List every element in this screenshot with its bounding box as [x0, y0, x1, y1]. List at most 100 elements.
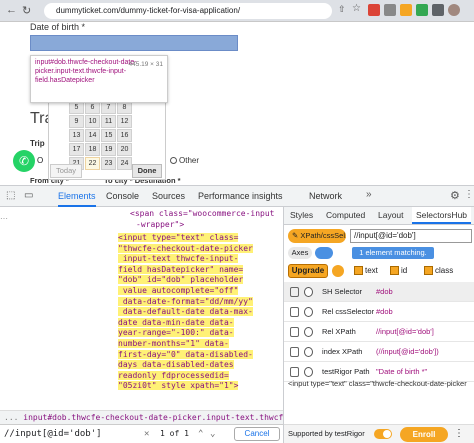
selector-row[interactable]: index XPath (//input[@id='dob'])	[284, 342, 474, 362]
dob-input-highlighted[interactable]	[30, 35, 238, 51]
code-line[interactable]: days data-disabled-dates	[118, 360, 234, 371]
calendar-day[interactable]: 10	[85, 115, 100, 128]
reload-icon[interactable]: ↻	[22, 4, 31, 17]
code-line[interactable]: value autocomplete="off"	[118, 286, 239, 297]
calendar-day[interactable]: 9	[69, 115, 84, 128]
datepicker-today-button[interactable]: Today	[50, 164, 82, 178]
breadcrumb-bar[interactable]: ... input#dob.thwcfe-checkout-date-picke…	[0, 410, 283, 424]
edit-icon[interactable]	[290, 307, 299, 317]
calendar-day[interactable]: 22	[85, 157, 100, 170]
breadcrumb[interactable]: input#dob.thwcfe-checkout-date-picker.in…	[23, 413, 283, 422]
calendar-day[interactable]: 24	[117, 157, 132, 170]
bookmark-star-icon[interactable]: ☆	[352, 3, 361, 14]
selector-row[interactable]: Rel XPath //input[@id='dob']	[284, 322, 474, 342]
calendar-day[interactable]: 14	[85, 129, 100, 142]
edit-icon[interactable]	[290, 287, 299, 297]
code-line[interactable]: readonly fdprocessedid=	[118, 370, 229, 382]
device-toolbar-icon[interactable]: ▭	[24, 190, 33, 201]
copy-icon[interactable]	[304, 287, 313, 297]
extension-gray-icon[interactable]	[384, 4, 396, 16]
code-line[interactable]: input-text thwcfe-input-	[118, 254, 239, 265]
search-prev-icon[interactable]: ⌃	[198, 425, 203, 443]
search-cancel-button[interactable]: Cancel	[234, 427, 280, 441]
code-line[interactable]: <span class="woocommerce-input	[130, 209, 275, 220]
code-line[interactable]: date data-min-date data-	[118, 317, 234, 329]
selector-type-dropdown[interactable]: ✎ XPath/cssSel..	[288, 229, 346, 243]
calendar-day[interactable]: 16	[117, 129, 132, 142]
edit-icon[interactable]	[290, 327, 299, 337]
share-icon[interactable]: ⇧	[338, 4, 346, 15]
code-line[interactable]: "thwcfe-checkout-date-picker	[118, 243, 253, 255]
settings-gear-icon[interactable]: ⚙	[450, 189, 460, 202]
axes-toggle[interactable]	[315, 247, 333, 259]
devtools-tab-performance-insights[interactable]: Performance insights	[198, 186, 283, 207]
radio-other[interactable]: Other	[170, 156, 199, 165]
copy-icon[interactable]	[304, 327, 313, 337]
radio-option-label[interactable]: O	[37, 156, 43, 165]
selector-row[interactable]: Rel cssSelector #dob	[284, 302, 474, 322]
edit-icon[interactable]	[290, 367, 299, 377]
code-line[interactable]: data-date-format="dd/mm/yy"	[118, 296, 253, 308]
options-icon[interactable]	[332, 265, 344, 277]
calendar-day[interactable]: 20	[117, 143, 132, 156]
devtools-tab-elements[interactable]: Elements	[58, 186, 96, 207]
inspect-element-icon[interactable]: ⬚	[6, 190, 15, 201]
code-line[interactable]: -wrapper">	[136, 220, 184, 231]
code-line[interactable]: first-day="0" data-disabled-	[118, 349, 253, 361]
code-line[interactable]: <input type="text" class=	[118, 233, 239, 244]
more-tabs-icon[interactable]: »	[366, 189, 372, 200]
selectorshub-extension-icon[interactable]	[400, 4, 412, 16]
calendar-day[interactable]: 17	[69, 143, 84, 156]
code-line[interactable]: number-months="1" data-	[118, 339, 229, 350]
extensions-puzzle-icon[interactable]	[432, 4, 444, 16]
copy-icon[interactable]	[304, 307, 313, 317]
theme-toggle[interactable]	[374, 429, 392, 439]
info-icon[interactable]	[304, 367, 313, 377]
checkbox-class[interactable]: class	[424, 265, 453, 277]
whatsapp-icon[interactable]: ✆	[13, 150, 35, 172]
datepicker-done-button[interactable]: Done	[132, 164, 162, 178]
calendar-day[interactable]: 11	[101, 115, 116, 128]
calendar-day[interactable]: 12	[117, 115, 132, 128]
copy-icon[interactable]	[304, 347, 313, 357]
selector-value[interactable]: #dob	[376, 302, 393, 322]
code-line[interactable]: field hasDatepicker" name=	[118, 264, 244, 276]
clear-search-icon[interactable]: ✕	[144, 425, 149, 443]
dom-ellipsis-icon[interactable]: ⋯	[0, 214, 12, 374]
selector-value[interactable]: #dob	[376, 282, 393, 302]
tab-layout[interactable]: Layout	[378, 207, 404, 224]
search-next-icon[interactable]: ⌄	[210, 425, 215, 443]
selector-value[interactable]: //input[@id='dob']	[376, 322, 434, 342]
devtools-tab-console[interactable]: Console	[106, 186, 139, 207]
code-line[interactable]: year-range="-100:" data-	[118, 328, 234, 339]
code-line[interactable]: data-default-date data-max-	[118, 307, 253, 318]
checkbox-id[interactable]: id	[390, 265, 407, 277]
enroll-button[interactable]: Enroll	[400, 427, 448, 442]
address-bar[interactable]: dummyticket.com/dummy-ticket-for-visa-ap…	[44, 3, 332, 19]
profile-avatar-icon[interactable]	[448, 4, 460, 16]
calendar-day[interactable]: 18	[85, 143, 100, 156]
extension-red-icon[interactable]	[368, 4, 380, 16]
checkbox-text[interactable]: text	[354, 265, 378, 277]
xpath-input[interactable]: //input[@id='dob']	[350, 229, 472, 243]
axes-button[interactable]: Axes	[288, 247, 312, 259]
code-line[interactable]: "dob" id="dob" placeholder	[118, 275, 244, 286]
search-input[interactable]: //input[@id='dob']	[4, 425, 102, 443]
code-line[interactable]: "05zi0t" style xpath="1">	[118, 381, 239, 392]
tab-selectorshub[interactable]: SelectorsHub	[412, 207, 472, 224]
tab-styles[interactable]: Styles	[290, 207, 313, 224]
edit-icon[interactable]	[290, 347, 299, 357]
calendar-day[interactable]: 23	[101, 157, 116, 170]
devtools-tab-sources[interactable]: Sources	[152, 186, 185, 207]
more-options-icon[interactable]: ⋮	[454, 425, 464, 443]
back-icon[interactable]: ←	[6, 4, 17, 16]
upgrade-button[interactable]: Upgrade	[288, 264, 328, 278]
calendar-day[interactable]: 13	[69, 129, 84, 142]
tab-computed[interactable]: Computed	[326, 207, 365, 224]
selector-value[interactable]: (//input[@id='dob'])	[376, 342, 439, 362]
more-options-icon[interactable]: ⋮	[464, 189, 474, 200]
calendar-day[interactable]: 15	[101, 129, 116, 142]
calendar-day[interactable]: 19	[101, 143, 116, 156]
selector-row[interactable]: SH Selector #dob	[284, 282, 474, 302]
devtools-tab-network[interactable]: Network	[309, 186, 342, 207]
